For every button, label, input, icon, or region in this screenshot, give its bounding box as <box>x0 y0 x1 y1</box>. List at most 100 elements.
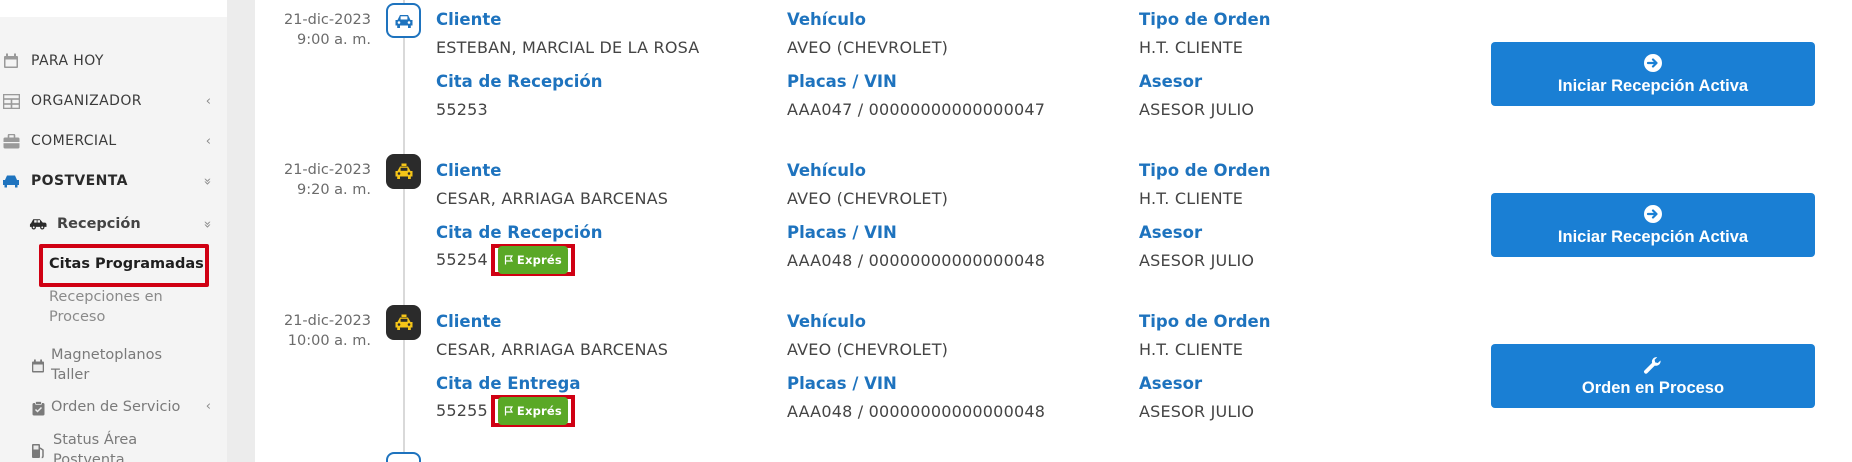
car-icon <box>386 452 421 462</box>
sidebar-item-comercial[interactable]: COMERCIAL ‹ <box>0 121 227 161</box>
appointments-timeline: 21-dic-2023 9:00 a. m. Cliente ESTEBAN, … <box>255 0 1852 462</box>
sidebar-item-recepciones-en-proceso[interactable]: Recepciones en Proceso <box>49 287 163 327</box>
placas-value: AAA047 / 00000000000000047 <box>787 100 1046 119</box>
cliente-value: CESAR, ARRIAGA BARCENAS <box>436 340 669 359</box>
taxi-icon <box>386 305 421 340</box>
appointment-entry: 21-dic-2023 9:20 a. m. Cliente CESAR, AR… <box>255 151 1852 301</box>
date-text: 21-dic-2023 <box>283 313 371 329</box>
date-text: 21-dic-2023 <box>283 12 371 28</box>
cita-value: 55255 <box>436 401 488 420</box>
tipo-label: Tipo de Orden <box>1139 161 1271 180</box>
cliente-label: Cliente <box>436 312 502 331</box>
sidebar-header-strip <box>0 0 227 17</box>
placas-label: Placas / VIN <box>787 374 897 393</box>
tipo-value: H.T. CLIENTE <box>1139 189 1244 208</box>
flag-icon <box>504 406 513 416</box>
cita-value: 55254 <box>436 250 488 269</box>
highlight-box: Exprés <box>490 395 575 427</box>
sidebar-item-organizador[interactable]: ORGANIZADOR ‹ <box>0 81 227 121</box>
sidebar-item-label: POSTVENTA <box>31 173 128 189</box>
badge-label: Exprés <box>516 404 562 418</box>
sidebar-item-label: Orden de Servicio <box>51 399 181 415</box>
fuel-icon <box>30 443 46 459</box>
sidebar-item-para-hoy[interactable]: PARA HOY <box>0 41 227 81</box>
cliente-label: Cliente <box>436 10 502 29</box>
tipo-value: H.T. CLIENTE <box>1139 340 1244 359</box>
car-icon <box>2 172 20 190</box>
flag-icon <box>504 255 513 265</box>
sidebar-item-label: COMERCIAL <box>31 133 117 149</box>
arrow-right-circle-icon <box>1643 204 1663 224</box>
tipo-value: H.T. CLIENTE <box>1139 38 1244 57</box>
sidebar-item-postventa[interactable]: POSTVENTA » <box>0 161 227 201</box>
cita-value: 55253 <box>436 100 488 119</box>
tipo-column: Tipo de Orden H.T. CLIENTE Asesor ASESOR… <box>1139 311 1270 423</box>
iniciar-recepcion-button[interactable]: Iniciar Recepción Activa <box>1491 42 1815 106</box>
vehiculo-value: AVEO (CHEVROLET) <box>787 340 949 359</box>
sidebar-item-recepcion[interactable]: Recepción » <box>0 210 227 238</box>
button-label: Iniciar Recepción Activa <box>1557 76 1749 95</box>
asesor-value: ASESOR JULIO <box>1139 402 1255 421</box>
cita-label: Cita de Recepción <box>436 72 603 91</box>
sidebar-item-label-line: Postventa <box>53 452 125 462</box>
chevron-down-icon: » <box>199 177 215 185</box>
chevron-left-icon: ‹ <box>205 93 211 109</box>
vehiculo-column: Vehículo AVEO (CHEVROLET) Placas / VIN A… <box>787 311 1045 423</box>
sidebar-item-label: ORGANIZADOR <box>31 93 142 109</box>
cliente-column: Cliente CESAR, ARRIAGA BARCENAS Cita de … <box>436 160 668 276</box>
calendar-icon <box>2 52 20 70</box>
vehiculo-label: Vehículo <box>787 312 866 331</box>
sidebar-item-label: Recepción <box>57 216 141 232</box>
appointment-date: 21-dic-2023 9:20 a. m. <box>255 160 371 200</box>
orden-en-proceso-button[interactable]: Orden en Proceso <box>1491 344 1815 408</box>
sidebar-item-orden-de-servicio[interactable]: Orden de Servicio ‹ <box>0 397 227 421</box>
badge-label: Exprés <box>516 253 562 267</box>
vehiculo-column: Vehículo AVEO (CHEVROLET) Placas / VIN A… <box>787 9 1045 121</box>
asesor-value: ASESOR JULIO <box>1139 251 1255 270</box>
chevron-left-icon: ‹ <box>205 133 211 149</box>
tipo-label: Tipo de Orden <box>1139 312 1271 331</box>
appointment-date: 21-dic-2023 9:00 a. m. <box>255 10 371 50</box>
sidebar-item-label: PARA HOY <box>31 53 104 69</box>
sidebar-item-magnetoplanos-taller[interactable]: Magnetoplanos Taller <box>0 345 227 385</box>
cliente-column: Cliente CESAR, ARRIAGA BARCENAS Cita de … <box>436 311 668 427</box>
placas-value: AAA048 / 00000000000000048 <box>787 251 1046 270</box>
asesor-value: ASESOR JULIO <box>1139 100 1255 119</box>
time-text: 9:00 a. m. <box>296 32 371 48</box>
clipboard-icon <box>30 400 46 416</box>
sidebar-item-status-area-postventa[interactable]: Status Área Postventa <box>0 430 227 462</box>
vehiculo-label: Vehículo <box>787 161 866 180</box>
highlight-box: Exprés <box>490 244 575 276</box>
calendar-icon <box>30 358 46 374</box>
appointment-entry: 21-dic-2023 9:00 a. m. Cliente ESTEBAN, … <box>255 0 1852 150</box>
vehiculo-value: AVEO (CHEVROLET) <box>787 38 949 57</box>
expres-badge: Exprés <box>497 246 568 274</box>
vehiculo-value: AVEO (CHEVROLET) <box>787 189 949 208</box>
asesor-label: Asesor <box>1139 223 1203 242</box>
sidebar: PARA HOY ORGANIZADOR ‹ COMERCIAL ‹ POSTV… <box>0 0 227 462</box>
appointment-entry: 21-dic-2023 10:00 a. m. Cliente CESAR, A… <box>255 302 1852 452</box>
cliente-value: CESAR, ARRIAGA BARCENAS <box>436 189 669 208</box>
button-label: Orden en Proceso <box>1581 378 1725 397</box>
taxi-icon <box>386 154 421 189</box>
cliente-value: ESTEBAN, MARCIAL DE LA ROSA <box>436 38 700 57</box>
time-text: 9:20 a. m. <box>296 182 371 198</box>
sidebar-item-label-line: Status Área <box>53 432 138 448</box>
car-icon <box>386 3 421 38</box>
button-label: Iniciar Recepción Activa <box>1557 227 1749 246</box>
sidebar-item-label-line: Magnetoplanos <box>51 347 163 363</box>
cita-label: Cita de Recepción <box>436 223 603 242</box>
placas-label: Placas / VIN <box>787 72 897 91</box>
cita-label: Cita de Entrega <box>436 374 581 393</box>
date-text: 21-dic-2023 <box>283 162 371 178</box>
chevron-down-icon: » <box>199 220 215 228</box>
vehiculo-column: Vehículo AVEO (CHEVROLET) Placas / VIN A… <box>787 160 1045 272</box>
iniciar-recepcion-button[interactable]: Iniciar Recepción Activa <box>1491 193 1815 257</box>
sidebar-item-citas-programadas[interactable]: Citas Programadas <box>49 254 204 274</box>
expres-badge: Exprés <box>497 397 568 425</box>
sidebar-item-label: Status Área Postventa <box>53 430 137 462</box>
cliente-column: Cliente ESTEBAN, MARCIAL DE LA ROSA Cita… <box>436 9 699 121</box>
cita-row: 55254 Exprés <box>436 244 668 276</box>
asesor-label: Asesor <box>1139 374 1203 393</box>
appointment-date: 21-dic-2023 10:00 a. m. <box>255 311 371 351</box>
